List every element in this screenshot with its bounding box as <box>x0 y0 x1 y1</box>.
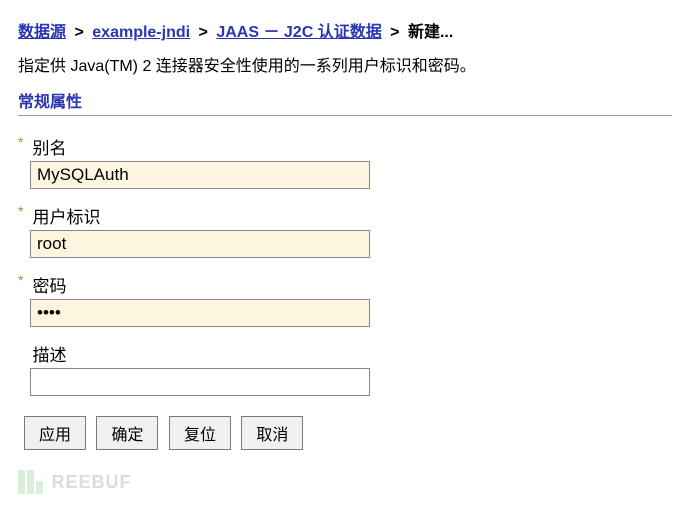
page-description: 指定供 Java(TM) 2 连接器安全性使用的一系列用户标识和密码。 <box>18 52 672 76</box>
breadcrumb-sep: > <box>199 24 208 41</box>
breadcrumb-link-jaas[interactable]: JAAS － J2C 认证数据 <box>216 24 381 41</box>
label-password: 密码 <box>32 272 66 297</box>
breadcrumb-link-datasource[interactable]: 数据源 <box>18 24 66 41</box>
label-userid: 用户标识 <box>32 203 100 228</box>
breadcrumb-sep: > <box>74 24 83 41</box>
section-title-general: 常规属性 <box>18 88 672 116</box>
reset-button[interactable]: 复位 <box>169 416 231 450</box>
field-password: * 密码 <box>18 272 672 327</box>
input-userid[interactable] <box>30 230 370 258</box>
input-password[interactable] <box>30 299 370 327</box>
apply-button[interactable]: 应用 <box>24 416 86 450</box>
breadcrumb-link-jndi[interactable]: example-jndi <box>92 24 190 41</box>
button-row: 应用 确定 复位 取消 <box>24 416 672 450</box>
field-description: 描述 <box>18 341 672 396</box>
no-star <box>18 341 28 357</box>
breadcrumb: 数据源 > example-jndi > JAAS － J2C 认证数据 > 新… <box>18 18 672 42</box>
required-star-icon: * <box>18 134 28 150</box>
watermark-text: REEBUF <box>51 472 131 492</box>
ok-button[interactable]: 确定 <box>96 416 158 450</box>
breadcrumb-current: 新建... <box>408 24 453 41</box>
label-alias: 别名 <box>32 134 66 159</box>
input-description[interactable] <box>30 368 370 396</box>
breadcrumb-sep: > <box>390 24 399 41</box>
field-alias: * 别名 <box>18 134 672 189</box>
watermark-logo: REEBUF <box>18 470 672 500</box>
field-userid: * 用户标识 <box>18 203 672 258</box>
label-description: 描述 <box>32 341 66 366</box>
required-star-icon: * <box>18 272 28 288</box>
required-star-icon: * <box>18 203 28 219</box>
cancel-button[interactable]: 取消 <box>241 416 303 450</box>
input-alias[interactable] <box>30 161 370 189</box>
